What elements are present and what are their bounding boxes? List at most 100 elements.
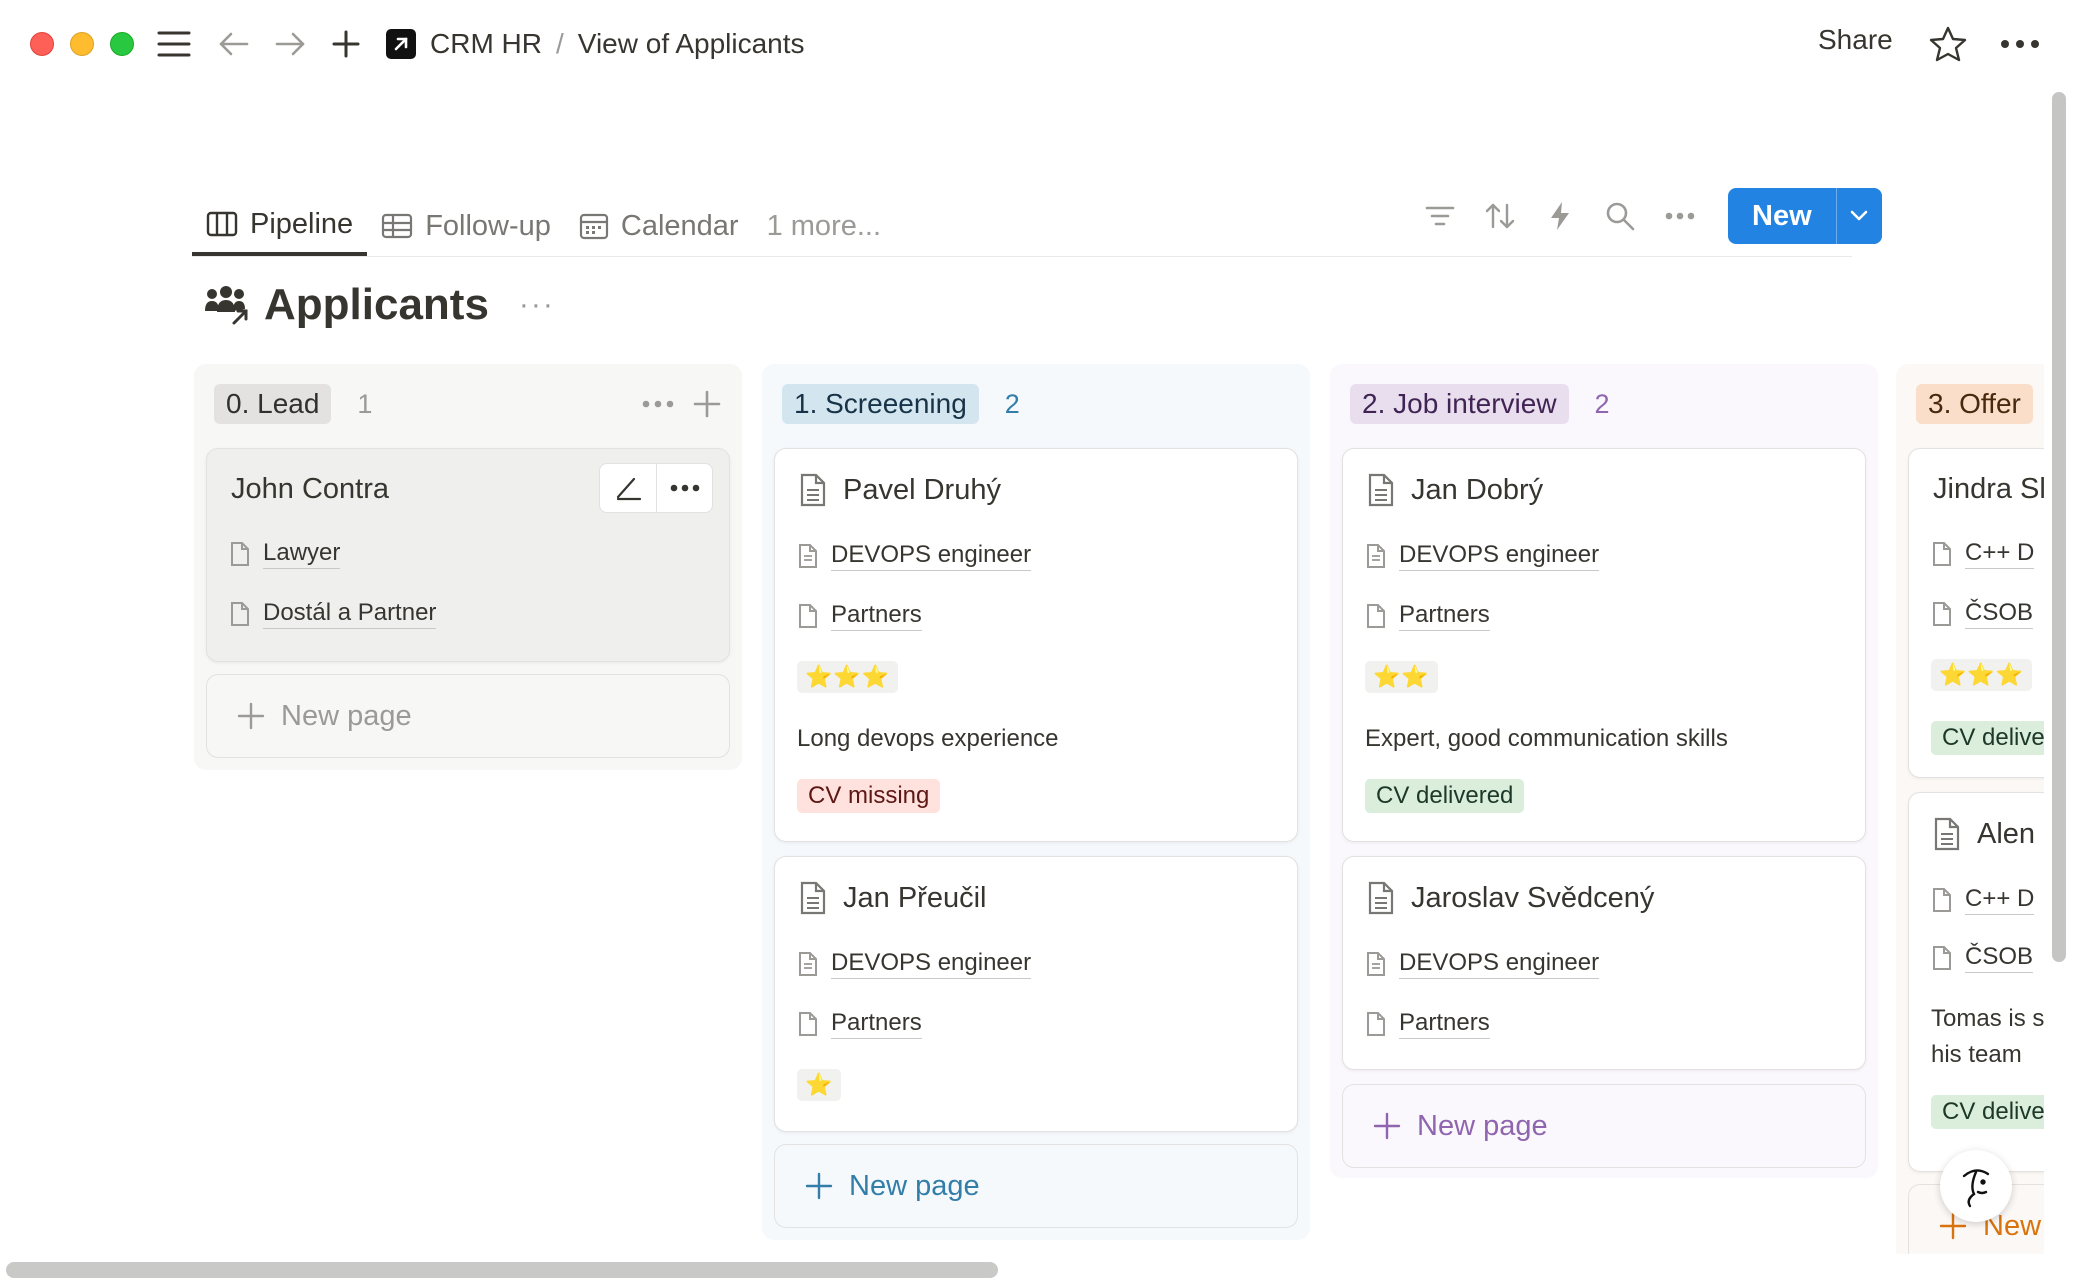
applicant-card[interactable]: Alen C++ D ČSOB Tomas is s his team CV d… <box>1908 792 2044 1172</box>
rating-badge: ⭐⭐⭐ <box>1931 659 2033 691</box>
position-link[interactable]: C++ D <box>1965 885 2035 915</box>
applicant-card[interactable]: Jan Přeučil DEVOPS engineer Partners ⭐ <box>774 856 1298 1132</box>
card-property-company[interactable]: ČSOB <box>1931 943 2034 973</box>
position-link[interactable]: DEVOPS engineer <box>831 541 1032 571</box>
more-options-icon[interactable] <box>1998 22 2042 66</box>
column-label[interactable]: 0. Lead <box>214 384 332 424</box>
star-favorite-icon[interactable] <box>1926 22 1970 66</box>
card-property-position[interactable]: DEVOPS engineer <box>1365 949 1600 979</box>
page-icon <box>1933 602 1951 626</box>
new-button[interactable]: New <box>1728 188 1836 244</box>
card-title: Jaroslav Svědcený <box>1411 881 1655 914</box>
title-bar: CRM HR / View of Applicants Share <box>0 0 2074 90</box>
applicant-card[interactable]: Pavel Druhý DEVOPS engineer Partners ⭐⭐⭐… <box>774 448 1298 842</box>
rating-badge: ⭐ <box>797 1069 842 1101</box>
calendar-icon <box>579 213 609 240</box>
card-property-company[interactable]: ČSOB <box>1931 599 2034 629</box>
filter-icon[interactable] <box>1410 188 1470 244</box>
table-icon <box>382 213 413 239</box>
card-property-company[interactable]: Partners <box>1365 601 1490 631</box>
page-icon <box>1934 817 1960 851</box>
company-link[interactable]: ČSOB <box>1965 599 2034 629</box>
ai-assistant-button[interactable] <box>1940 1150 2012 1222</box>
board-column-clip: 3. Offer Jindra Sl C++ D ČSOB ⭐⭐⭐ CV del… <box>1896 364 2044 1254</box>
new-page-label: New page <box>1417 1109 1548 1142</box>
new-dropdown-chevron-icon[interactable] <box>1835 188 1882 244</box>
column-add-icon[interactable] <box>692 384 722 424</box>
plus-icon <box>237 702 265 730</box>
page-icon <box>799 544 817 568</box>
column-count: 2 <box>1594 388 1610 419</box>
company-link[interactable]: Partners <box>831 1009 922 1039</box>
new-page-button[interactable]: New page <box>1342 1084 1866 1168</box>
tab-more-views[interactable]: 1 more... <box>753 196 895 256</box>
position-link[interactable]: DEVOPS engineer <box>1399 541 1600 571</box>
position-link[interactable]: Lawyer <box>263 539 341 569</box>
column-count: 2 <box>1004 388 1020 419</box>
card-property-position[interactable]: C++ D <box>1931 885 2035 915</box>
page-icon <box>1933 888 1951 912</box>
page-icon <box>1368 881 1394 915</box>
tab-calendar[interactable]: Calendar <box>565 196 753 256</box>
new-page-button[interactable]: New page <box>206 674 730 758</box>
search-icon[interactable] <box>1590 188 1650 244</box>
automation-bolt-icon[interactable] <box>1530 188 1590 244</box>
applicant-card[interactable]: Jindra Sl C++ D ČSOB ⭐⭐⭐ CV delive <box>1908 448 2044 778</box>
company-link[interactable]: Partners <box>1399 1009 1490 1039</box>
card-property-company[interactable]: Partners <box>797 1009 922 1039</box>
card-property-position[interactable]: DEVOPS engineer <box>797 949 1032 979</box>
sidebar-menu-icon[interactable] <box>152 22 196 66</box>
applicant-card[interactable]: Jan Dobrý DEVOPS engineer Partners ⭐⭐ Ex… <box>1342 448 1866 842</box>
column-label[interactable]: 2. Job interview <box>1350 384 1569 424</box>
card-property-company[interactable]: Dostál a Partner <box>229 599 437 629</box>
back-arrow-icon[interactable] <box>212 22 256 66</box>
view-more-icon[interactable] <box>1650 188 1710 244</box>
card-property-position[interactable]: DEVOPS engineer <box>797 541 1032 571</box>
card-property-position[interactable]: Lawyer <box>229 539 341 569</box>
rating-badge: ⭐⭐ <box>1365 661 1438 693</box>
card-title: Alen <box>1977 817 2036 850</box>
company-link[interactable]: Partners <box>831 601 922 631</box>
card-property-company[interactable]: Partners <box>797 601 922 631</box>
breadcrumb-page[interactable]: View of Applicants <box>578 28 805 60</box>
applicant-card[interactable]: John Contra Lawyer Dostál a Partner <box>206 448 730 662</box>
vertical-scrollbar[interactable] <box>2052 92 2066 962</box>
page-title[interactable]: Applicants <box>264 280 489 330</box>
page-icon <box>800 881 826 915</box>
applicant-card[interactable]: Jaroslav Svědcený DEVOPS engineer Partne… <box>1342 856 1866 1070</box>
status-badge: CV delive <box>1931 721 2044 755</box>
position-link[interactable]: C++ D <box>1965 539 2035 569</box>
column-label[interactable]: 1. Screeening <box>782 384 979 424</box>
tab-pipeline[interactable]: Pipeline <box>192 196 368 256</box>
company-link[interactable]: Partners <box>1399 601 1490 631</box>
view-tabs: Pipeline Follow-up Calendar 1 more... <box>192 196 895 256</box>
minimize-window-button[interactable] <box>70 32 94 56</box>
company-link[interactable]: ČSOB <box>1965 943 2034 973</box>
zoom-window-button[interactable] <box>110 32 134 56</box>
card-more-icon[interactable] <box>656 464 712 512</box>
new-page-button[interactable]: New page <box>774 1144 1298 1228</box>
close-window-button[interactable] <box>30 32 54 56</box>
edit-pencil-icon[interactable] <box>600 464 656 512</box>
card-title: John Contra <box>231 473 389 505</box>
board-column-lead: 0. Lead 1 John Contra Lawyer Dostál a Pa… <box>194 364 742 770</box>
position-link[interactable]: DEVOPS engineer <box>831 949 1032 979</box>
column-count: 1 <box>357 388 373 419</box>
new-tab-plus-icon[interactable] <box>324 22 368 66</box>
database-more-icon[interactable]: ··· <box>519 288 555 322</box>
forward-arrow-icon[interactable] <box>268 22 312 66</box>
card-property-company[interactable]: Partners <box>1365 1009 1490 1039</box>
card-property-position[interactable]: DEVOPS engineer <box>1365 541 1600 571</box>
page-icon <box>799 604 817 628</box>
company-link[interactable]: Dostál a Partner <box>263 599 437 629</box>
share-button[interactable]: Share <box>1818 24 1893 56</box>
sort-icon[interactable] <box>1470 188 1530 244</box>
horizontal-scrollbar[interactable] <box>6 1262 998 1278</box>
breadcrumb-workspace[interactable]: CRM HR <box>430 28 542 60</box>
card-property-position[interactable]: C++ D <box>1931 539 2035 569</box>
tab-follow-up[interactable]: Follow-up <box>367 196 565 256</box>
position-link[interactable]: DEVOPS engineer <box>1399 949 1600 979</box>
column-more-icon[interactable] <box>642 384 674 424</box>
column-label[interactable]: 3. Offer <box>1916 384 2033 424</box>
rating-badge: ⭐⭐⭐ <box>797 661 899 693</box>
